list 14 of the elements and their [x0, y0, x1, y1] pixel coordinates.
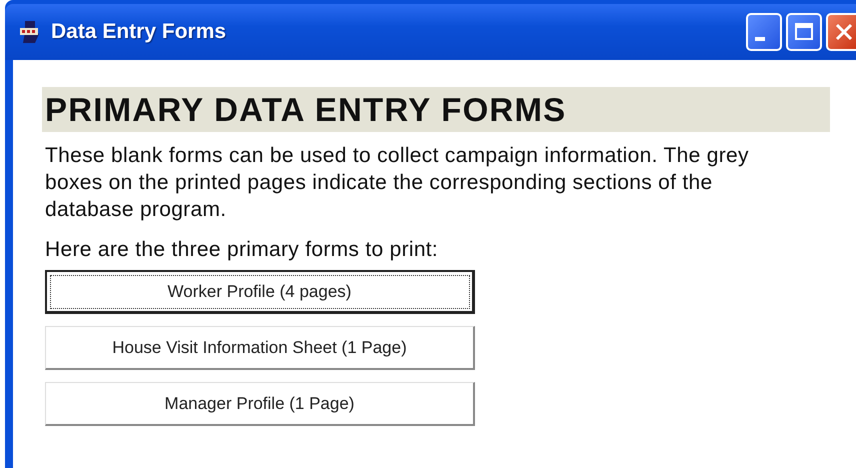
form-button[interactable]: Manager Profile (1 Page) — [45, 382, 475, 426]
close-button[interactable] — [826, 13, 856, 51]
close-icon — [833, 21, 855, 43]
window-title: Data Entry Forms — [51, 20, 228, 44]
minimize-icon — [755, 37, 765, 41]
form-button[interactable]: Worker Profile (4 pages) — [45, 270, 475, 314]
app-icon — [19, 20, 41, 44]
maximize-icon — [793, 21, 815, 43]
section-heading: PRIMARY DATA ENTRY FORMS — [42, 87, 830, 132]
instruction-text: Here are the three primary forms to print: — [45, 238, 440, 262]
form-button[interactable]: House Visit Information Sheet (1 Page) — [45, 326, 475, 370]
description-text: These blank forms can be used to collect campaign information. The grey boxes on the printed pages indicate the corresponding sections of the database program. — [45, 143, 750, 223]
minimize-button[interactable] — [746, 13, 782, 51]
maximize-button[interactable] — [786, 13, 822, 51]
